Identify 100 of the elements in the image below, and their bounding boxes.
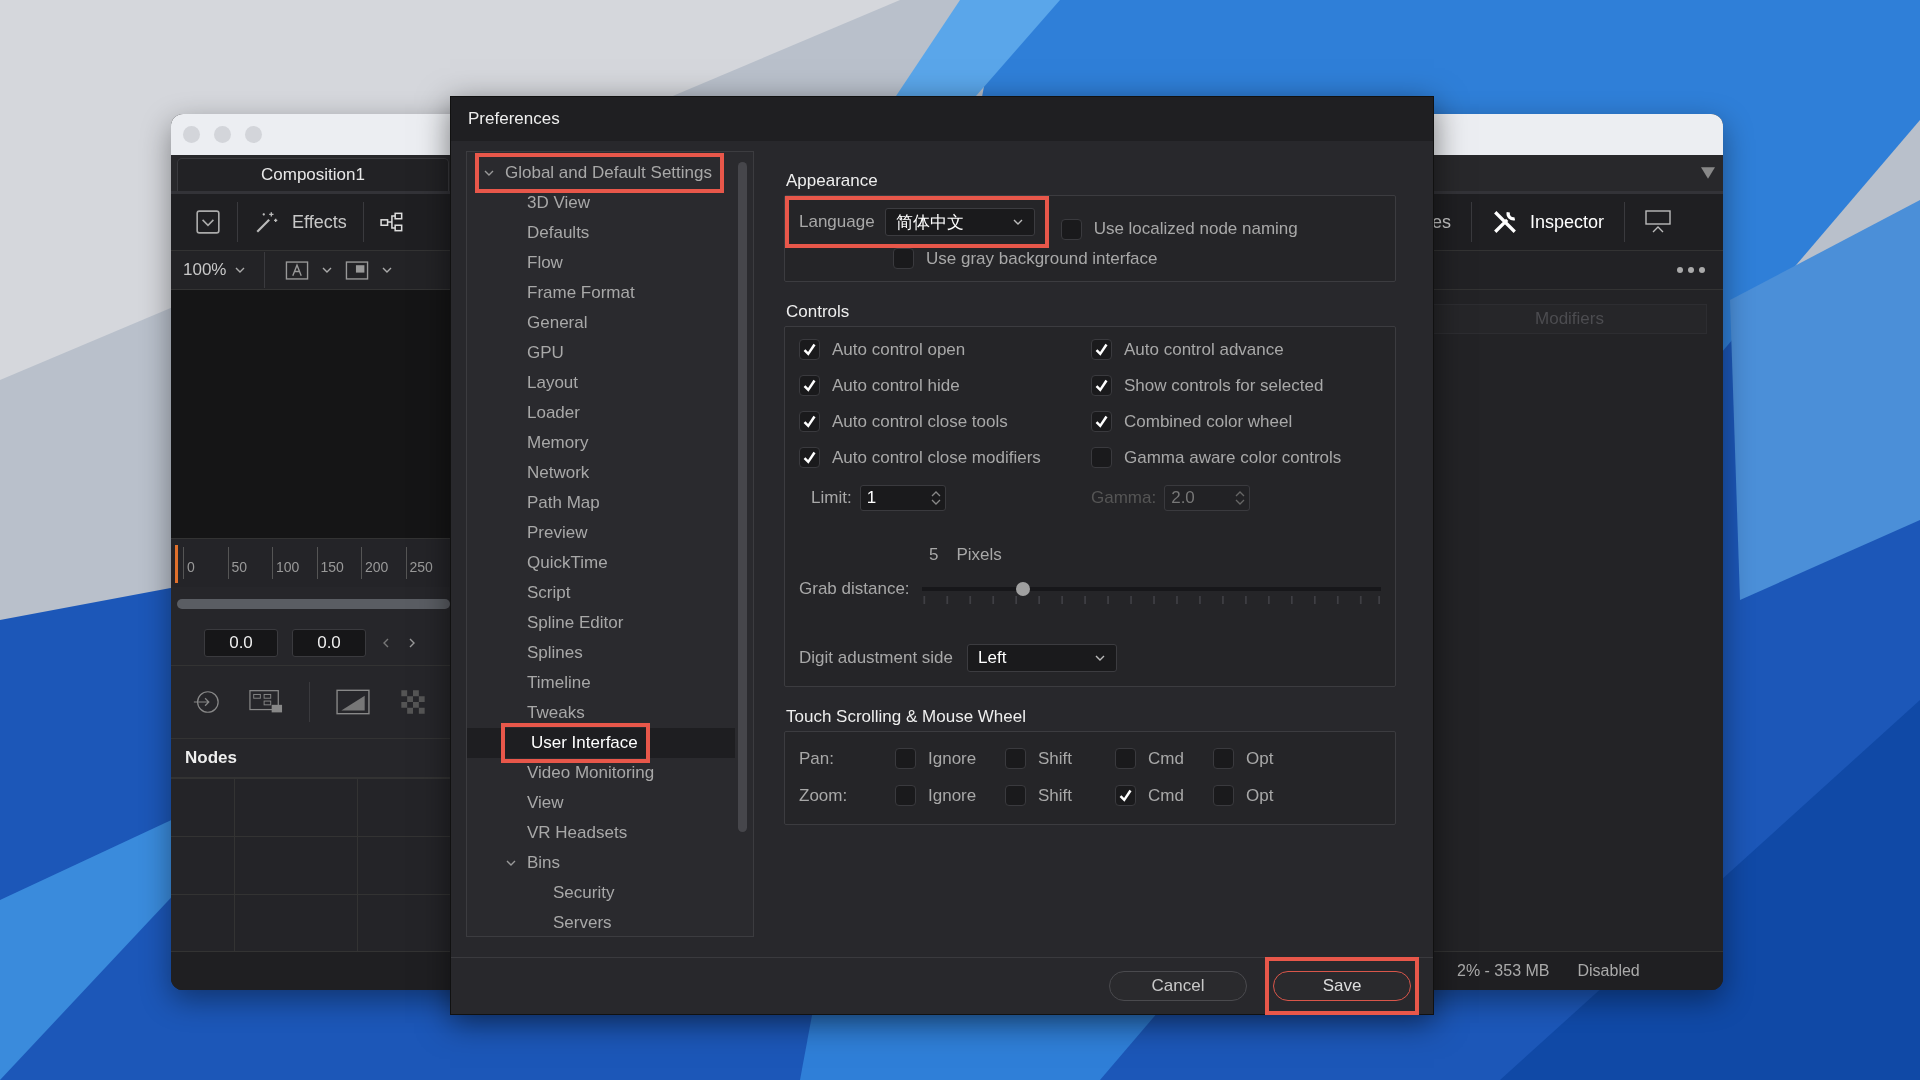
ruler-label: 200 <box>361 547 406 579</box>
gradient-icon[interactable] <box>336 688 370 716</box>
checkbox[interactable] <box>1005 748 1026 769</box>
dialog-title: Preferences <box>468 109 560 129</box>
tree-item[interactable]: Timeline <box>501 669 599 697</box>
text-overlay-icon[interactable] <box>285 260 310 280</box>
checkbox[interactable] <box>1091 339 1112 360</box>
tree-item[interactable]: QuickTime <box>501 549 616 577</box>
dialog-button[interactable]: Cancel <box>1109 971 1247 1001</box>
language-dropdown[interactable]: 简体中文 <box>884 208 1035 236</box>
zoom-dropdown[interactable]: 100% <box>183 260 247 280</box>
display-icon[interactable] <box>1645 209 1672 235</box>
tree-item[interactable]: Bins <box>501 849 569 877</box>
tree-item[interactable]: Flow <box>501 249 571 277</box>
slider-label: Grab distance: <box>799 579 910 599</box>
checkbox[interactable] <box>799 339 820 360</box>
memory-usage: 2% - 353 MB <box>1457 962 1550 980</box>
magic-wand-icon <box>254 209 280 235</box>
checkbox-label: Opt <box>1246 748 1274 769</box>
time-field[interactable]: 0.0 <box>292 629 366 657</box>
tree-item[interactable]: Defaults <box>501 219 598 247</box>
checkbox[interactable] <box>1115 748 1136 769</box>
row-label: Zoom: <box>799 785 849 806</box>
tree-item[interactable]: Spline Editor <box>501 609 632 637</box>
scrollbar[interactable] <box>177 599 450 609</box>
checkbox[interactable] <box>895 785 916 806</box>
tree-item[interactable]: Path Map <box>501 489 608 517</box>
checkbox-label: Use localized node naming <box>1093 219 1298 239</box>
checkbox[interactable] <box>799 447 820 468</box>
tree-item[interactable]: VR Headsets <box>501 819 636 847</box>
section-title: Controls <box>786 302 851 322</box>
tree-item[interactable]: General <box>501 309 596 337</box>
checkbox-label: Auto control close tools <box>832 411 1008 432</box>
tree-item[interactable]: Global and Default Settings <box>475 153 724 193</box>
checkbox-label: Combined color wheel <box>1124 411 1293 432</box>
dropdown-icon[interactable] <box>195 209 221 235</box>
composition-tab[interactable]: Composition1 <box>177 158 449 191</box>
checkbox[interactable] <box>1005 785 1026 806</box>
checkbox-label: Ignore <box>928 785 977 806</box>
panel-title: Nodes <box>185 748 237 768</box>
checkbox-label: Auto control close modifiers <box>832 447 1041 468</box>
checkbox[interactable] <box>1091 411 1112 432</box>
time-field[interactable]: 0.0 <box>204 629 278 657</box>
tree-item[interactable]: View <box>501 789 572 817</box>
tools-icon <box>1492 209 1518 235</box>
limit-spinbox[interactable]: 1 <box>859 485 946 511</box>
checkbox-label: Auto control advance <box>1124 339 1284 360</box>
checkbox[interactable] <box>799 375 820 396</box>
checkbox-label: Cmd <box>1148 748 1184 769</box>
tree-item[interactable]: Memory <box>501 429 597 457</box>
checkbox-label: Auto control open <box>832 339 966 360</box>
checkbox[interactable] <box>893 248 914 269</box>
slider-value: 5 <box>929 545 939 565</box>
tree-item[interactable]: User Interface <box>501 723 650 763</box>
unit-label: Pixels <box>956 545 1002 565</box>
checkbox[interactable] <box>1213 785 1234 806</box>
ruler-label: 0 <box>183 547 228 579</box>
tree-item[interactable]: Layout <box>501 369 587 397</box>
ruler-label: 150 <box>316 547 361 579</box>
tree-item[interactable]: GPU <box>501 339 572 367</box>
tree-item[interactable]: Preview <box>501 519 596 547</box>
inspector-button[interactable]: Inspector <box>1492 209 1605 235</box>
checkbox-label: Auto control hide <box>832 375 960 396</box>
digit-side-dropdown[interactable]: Left <box>967 644 1118 672</box>
checkbox[interactable] <box>1115 785 1136 806</box>
checkbox[interactable] <box>895 748 916 769</box>
tree-item[interactable]: Frame Format <box>501 279 643 307</box>
ruler-label: 100 <box>272 547 317 579</box>
status-label: Disabled <box>1577 962 1640 980</box>
section-title: Appearance <box>786 171 879 191</box>
checkbox-label: Use gray background interface <box>926 248 1158 269</box>
checkbox-label: Cmd <box>1148 785 1184 806</box>
view-mode-icon[interactable] <box>345 260 370 280</box>
tree-item[interactable]: Splines <box>501 639 591 667</box>
stepper-arrows-icon[interactable] <box>930 490 941 506</box>
checkbox-label: Ignore <box>928 748 977 769</box>
checkbox-label: Shift <box>1038 785 1073 806</box>
checkbox[interactable] <box>1091 447 1112 468</box>
tree-item[interactable]: Security <box>527 879 623 907</box>
scrollbar[interactable] <box>738 162 747 832</box>
dialog-button[interactable]: Save <box>1273 971 1411 1001</box>
checkbox-label: Shift <box>1038 748 1073 769</box>
ruler-label: 50 <box>227 547 272 579</box>
field-label: Digit adustment side <box>799 648 954 668</box>
tree-item[interactable]: Loader <box>501 399 588 427</box>
field-label: Language <box>799 212 875 232</box>
row-label: Pan: <box>799 748 835 769</box>
checkbox[interactable] <box>1213 748 1234 769</box>
checkbox[interactable] <box>1091 375 1112 396</box>
section-title: Touch Scrolling & Mouse Wheel <box>786 707 1027 727</box>
field-label: Limit: <box>811 488 852 508</box>
tree-item[interactable]: Network <box>501 459 598 487</box>
checkbox-label: Show controls for selected <box>1124 375 1324 396</box>
tree-item[interactable]: Script <box>501 579 579 607</box>
checkbox[interactable] <box>1060 218 1082 240</box>
tree-item[interactable]: Servers <box>527 909 620 937</box>
checkbox[interactable] <box>799 411 820 432</box>
slider-thumb[interactable] <box>1015 582 1030 596</box>
dropdown-icon[interactable] <box>1701 167 1715 179</box>
effects-button[interactable]: Effects <box>254 209 347 235</box>
